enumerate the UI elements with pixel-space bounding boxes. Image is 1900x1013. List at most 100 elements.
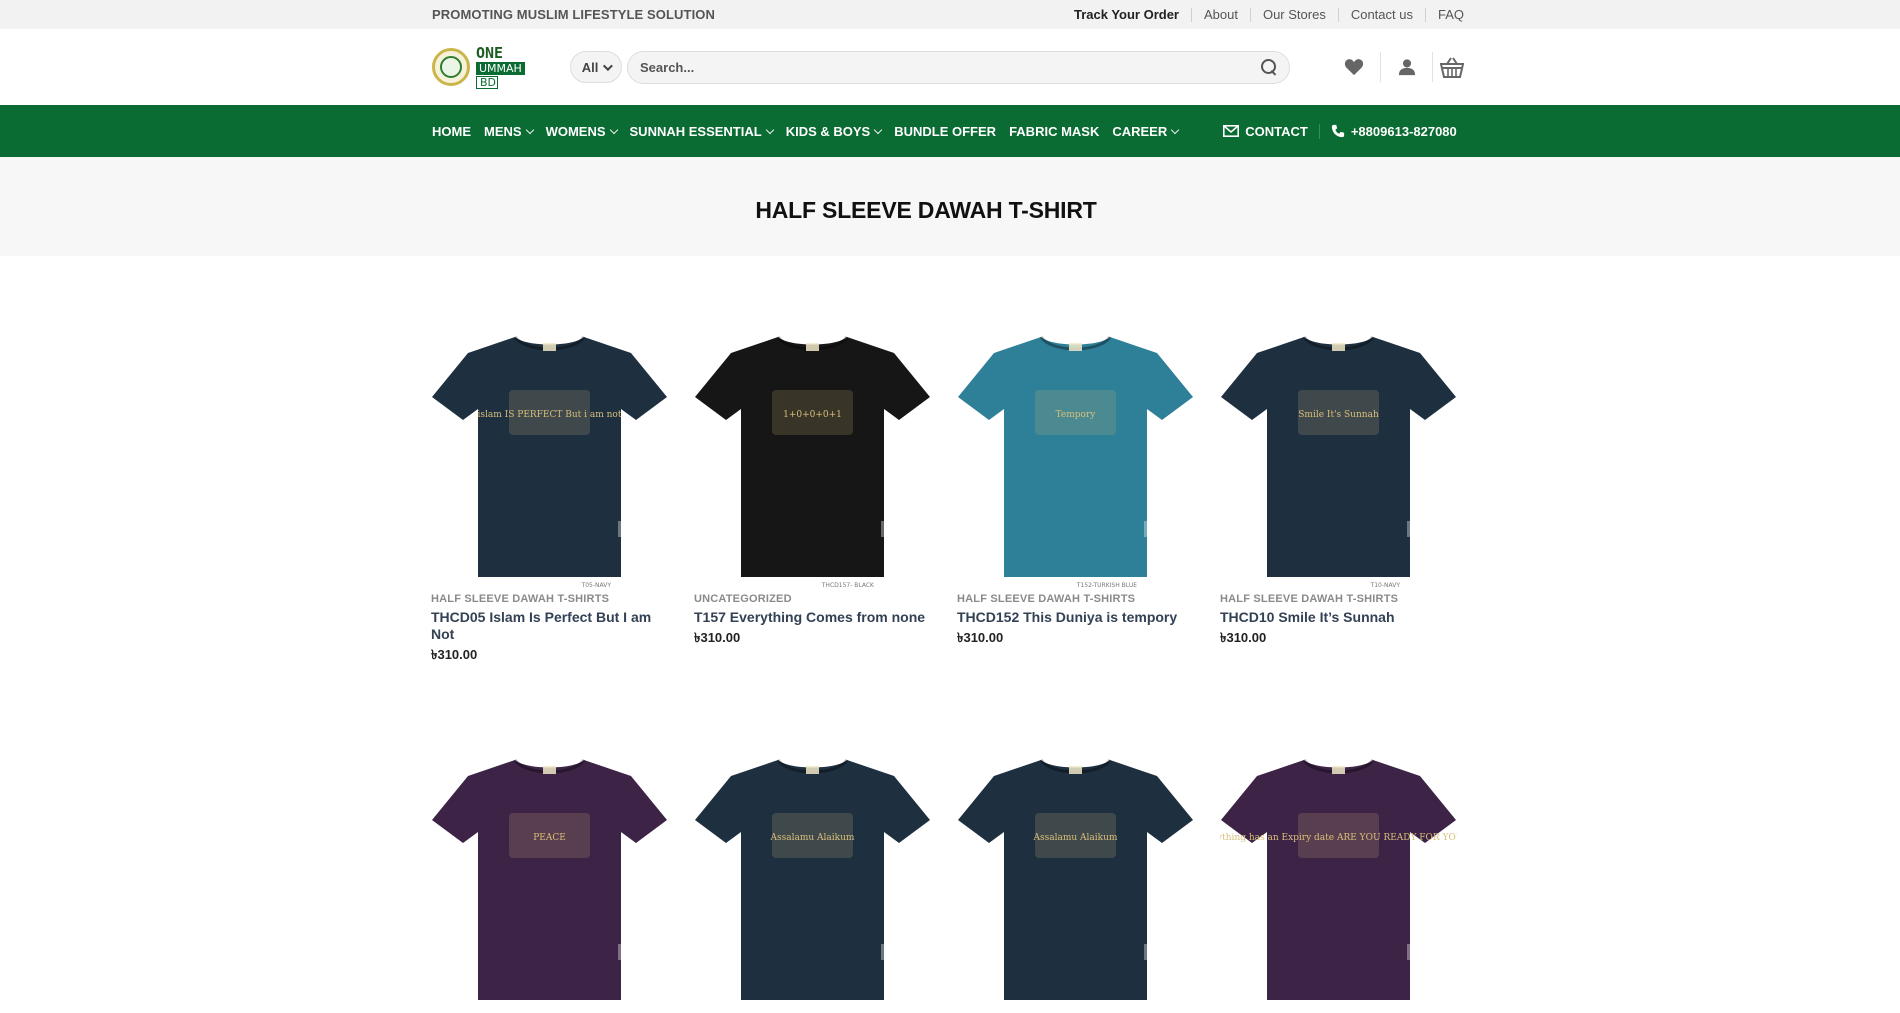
our-stores-link[interactable]: Our Stores bbox=[1249, 7, 1338, 22]
shirt-print: Smile It's Sunnah bbox=[1298, 390, 1379, 435]
product-price: ৳310.00 bbox=[431, 647, 478, 662]
category-select-value: All bbox=[581, 59, 599, 75]
nav-contact[interactable]: CONTACT bbox=[1223, 123, 1320, 139]
site-tagline: PROMOTING MUSLIM LIFESTYLE SOLUTION bbox=[432, 7, 715, 22]
product-image[interactable]: Assalamu Alaikum bbox=[957, 748, 1194, 1013]
product-image[interactable]: Assalamu Alaikum bbox=[694, 748, 931, 1013]
image-sku-tag: T10-NAVY bbox=[1370, 582, 1401, 589]
search-input[interactable] bbox=[640, 59, 1261, 75]
shirt-print-text: Assalamu Alaikum bbox=[1033, 833, 1118, 843]
product-image[interactable]: Everything has an Expiry date ARE YOU RE… bbox=[1220, 748, 1457, 1013]
shirt-print: PEACE bbox=[509, 813, 590, 858]
nav-item-fabric-mask[interactable]: FABRIC MASK bbox=[1009, 124, 1099, 139]
cart-button[interactable] bbox=[1432, 52, 1464, 82]
product-card[interactable]: Assalamu Alaikum bbox=[957, 748, 1194, 1013]
about-link[interactable]: About bbox=[1190, 7, 1250, 22]
logo-text-bd: BD bbox=[476, 75, 498, 89]
product-image[interactable]: islam IS PERFECT But i am not T05-NAVY bbox=[431, 325, 668, 590]
shirt-print-text: PEACE bbox=[533, 833, 566, 843]
t-shirt-image: islam IS PERFECT But i am not T05-NAVY bbox=[432, 335, 667, 589]
chevron-down-icon bbox=[609, 125, 618, 134]
track-order-link[interactable]: Track Your Order bbox=[1062, 7, 1191, 22]
product-card[interactable]: Everything has an Expiry date ARE YOU RE… bbox=[1220, 748, 1457, 1013]
top-links: Track Your Order About Our Stores Contac… bbox=[1062, 7, 1464, 22]
header: ONE UMMAH BD All bbox=[0, 29, 1900, 105]
chevron-down-icon bbox=[765, 125, 774, 134]
product-image[interactable]: 1+0+0+0+1 THCD157- BLACK bbox=[694, 325, 931, 590]
product-category[interactable]: UNCATEGORIZED bbox=[694, 593, 931, 605]
nav-item-bundle-offer[interactable]: BUNDLE OFFER bbox=[894, 124, 996, 139]
nav-item-mens[interactable]: MENS bbox=[484, 124, 534, 139]
shirt-print-text: islam IS PERFECT But i am not bbox=[478, 410, 622, 420]
product-card[interactable]: Smile It's Sunnah T10-NAVY HALF SLEEVE DA… bbox=[1220, 325, 1457, 667]
search-icon[interactable] bbox=[1261, 59, 1277, 75]
chevron-down-icon bbox=[873, 125, 883, 134]
logo-text-ummah: UMMAH bbox=[476, 61, 525, 75]
t-shirt-image: Tempory T152-TURKISH BLUE bbox=[958, 335, 1193, 589]
nav-item-womens[interactable]: WOMENS bbox=[546, 124, 618, 139]
shirt-print-text: Smile It's Sunnah bbox=[1298, 410, 1379, 420]
t-shirt-image: PEACE bbox=[432, 758, 667, 1000]
faq-link[interactable]: FAQ bbox=[1424, 7, 1464, 22]
chevron-down-icon bbox=[1171, 125, 1180, 134]
product-name[interactable]: THCD05 Islam Is Perfect But I am Not bbox=[431, 609, 668, 643]
site-logo[interactable]: ONE UMMAH BD bbox=[432, 42, 570, 92]
chevron-down-icon bbox=[603, 60, 614, 71]
nav-phone[interactable]: +8809613-827080 bbox=[1331, 124, 1457, 139]
product-name[interactable]: T157 Everything Comes from none bbox=[694, 609, 931, 626]
image-sku-tag: THCD157- BLACK bbox=[821, 582, 875, 589]
product-card[interactable]: PEACE bbox=[431, 748, 668, 1013]
product-image[interactable]: Tempory T152-TURKISH BLUE bbox=[957, 325, 1194, 590]
shirt-print-text: 1+0+0+0+1 bbox=[783, 410, 842, 420]
t-shirt-image: 1+0+0+0+1 THCD157- BLACK bbox=[695, 335, 930, 589]
product-price: ৳310.00 bbox=[1220, 630, 1267, 645]
nav-item-sunnah-essential[interactable]: SUNNAH ESSENTIAL bbox=[630, 124, 774, 139]
product-category[interactable]: HALF SLEEVE DAWAH T-SHIRTS bbox=[957, 593, 1194, 605]
t-shirt-image: Everything has an Expiry date ARE YOU RE… bbox=[1220, 758, 1457, 1000]
product-card[interactable]: 1+0+0+0+1 THCD157- BLACK UNCATEGORIZED T1… bbox=[694, 325, 931, 667]
product-category[interactable]: HALF SLEEVE DAWAH T-SHIRTS bbox=[431, 593, 668, 605]
image-sku-tag: T05-NAVY bbox=[581, 582, 612, 589]
phone-icon bbox=[1331, 124, 1345, 138]
product-card[interactable]: Tempory T152-TURKISH BLUE HALF SLEEVE DAW… bbox=[957, 325, 1194, 667]
shirt-print-text: Assalamu Alaikum bbox=[770, 833, 855, 843]
product-name[interactable]: THCD152 This Duniya is tempory bbox=[957, 609, 1194, 626]
account-button[interactable] bbox=[1380, 52, 1432, 82]
main-nav: HOME MENS WOMENS SUNNAH ESSENTIAL KIDS &… bbox=[0, 105, 1900, 157]
category-select[interactable]: All bbox=[570, 51, 622, 83]
wishlist-button[interactable] bbox=[1328, 52, 1380, 82]
shirt-print-text: Tempory bbox=[1056, 410, 1097, 420]
t-shirt-image: Assalamu Alaikum bbox=[695, 758, 930, 1000]
basket-icon bbox=[1440, 57, 1464, 78]
t-shirt-image: Smile It's Sunnah T10-NAVY bbox=[1221, 335, 1456, 589]
product-name[interactable]: THCD10 Smile It’s Sunnah bbox=[1220, 609, 1457, 626]
title-band: HALF SLEEVE DAWAH T-SHIRT bbox=[0, 157, 1900, 256]
shirt-print: 1+0+0+0+1 bbox=[772, 390, 853, 435]
logo-emblem-icon bbox=[432, 48, 470, 86]
product-category[interactable]: HALF SLEEVE DAWAH T-SHIRTS bbox=[1220, 593, 1457, 605]
shirt-print: Tempory bbox=[1035, 390, 1116, 435]
product-card[interactable]: islam IS PERFECT But i am not T05-NAVY HA… bbox=[431, 325, 668, 667]
image-sku-tag: T152-TURKISH BLUE bbox=[1076, 582, 1137, 589]
user-icon bbox=[1398, 59, 1415, 76]
chevron-down-icon bbox=[525, 125, 534, 134]
product-card[interactable]: Assalamu Alaikum bbox=[694, 748, 931, 1013]
contact-us-link[interactable]: Contact us bbox=[1337, 7, 1425, 22]
product-price: ৳310.00 bbox=[694, 630, 741, 645]
search-bar bbox=[627, 50, 1290, 84]
nav-item-kids-boys[interactable]: KIDS & BOYS bbox=[786, 124, 883, 139]
shirt-print-text: Everything has an Expiry date ARE YOU RE… bbox=[1220, 833, 1457, 843]
t-shirt-image: Assalamu Alaikum bbox=[958, 758, 1193, 1000]
product-price: ৳310.00 bbox=[957, 630, 1004, 645]
nav-item-home[interactable]: HOME bbox=[432, 124, 471, 139]
nav-item-career[interactable]: CAREER bbox=[1112, 124, 1180, 139]
header-icons bbox=[1328, 29, 1464, 105]
shirt-print: Assalamu Alaikum bbox=[1033, 813, 1118, 858]
product-grid: islam IS PERFECT But i am not T05-NAVY HA… bbox=[431, 325, 1483, 1000]
product-row: islam IS PERFECT But i am not T05-NAVY HA… bbox=[431, 325, 1483, 667]
logo-text-one: ONE bbox=[476, 43, 504, 62]
product-image[interactable]: Smile It's Sunnah T10-NAVY bbox=[1220, 325, 1457, 590]
product-image[interactable]: PEACE bbox=[431, 748, 668, 1013]
shirt-print: Assalamu Alaikum bbox=[770, 813, 855, 858]
top-bar: PROMOTING MUSLIM LIFESTYLE SOLUTION Trac… bbox=[0, 0, 1900, 29]
